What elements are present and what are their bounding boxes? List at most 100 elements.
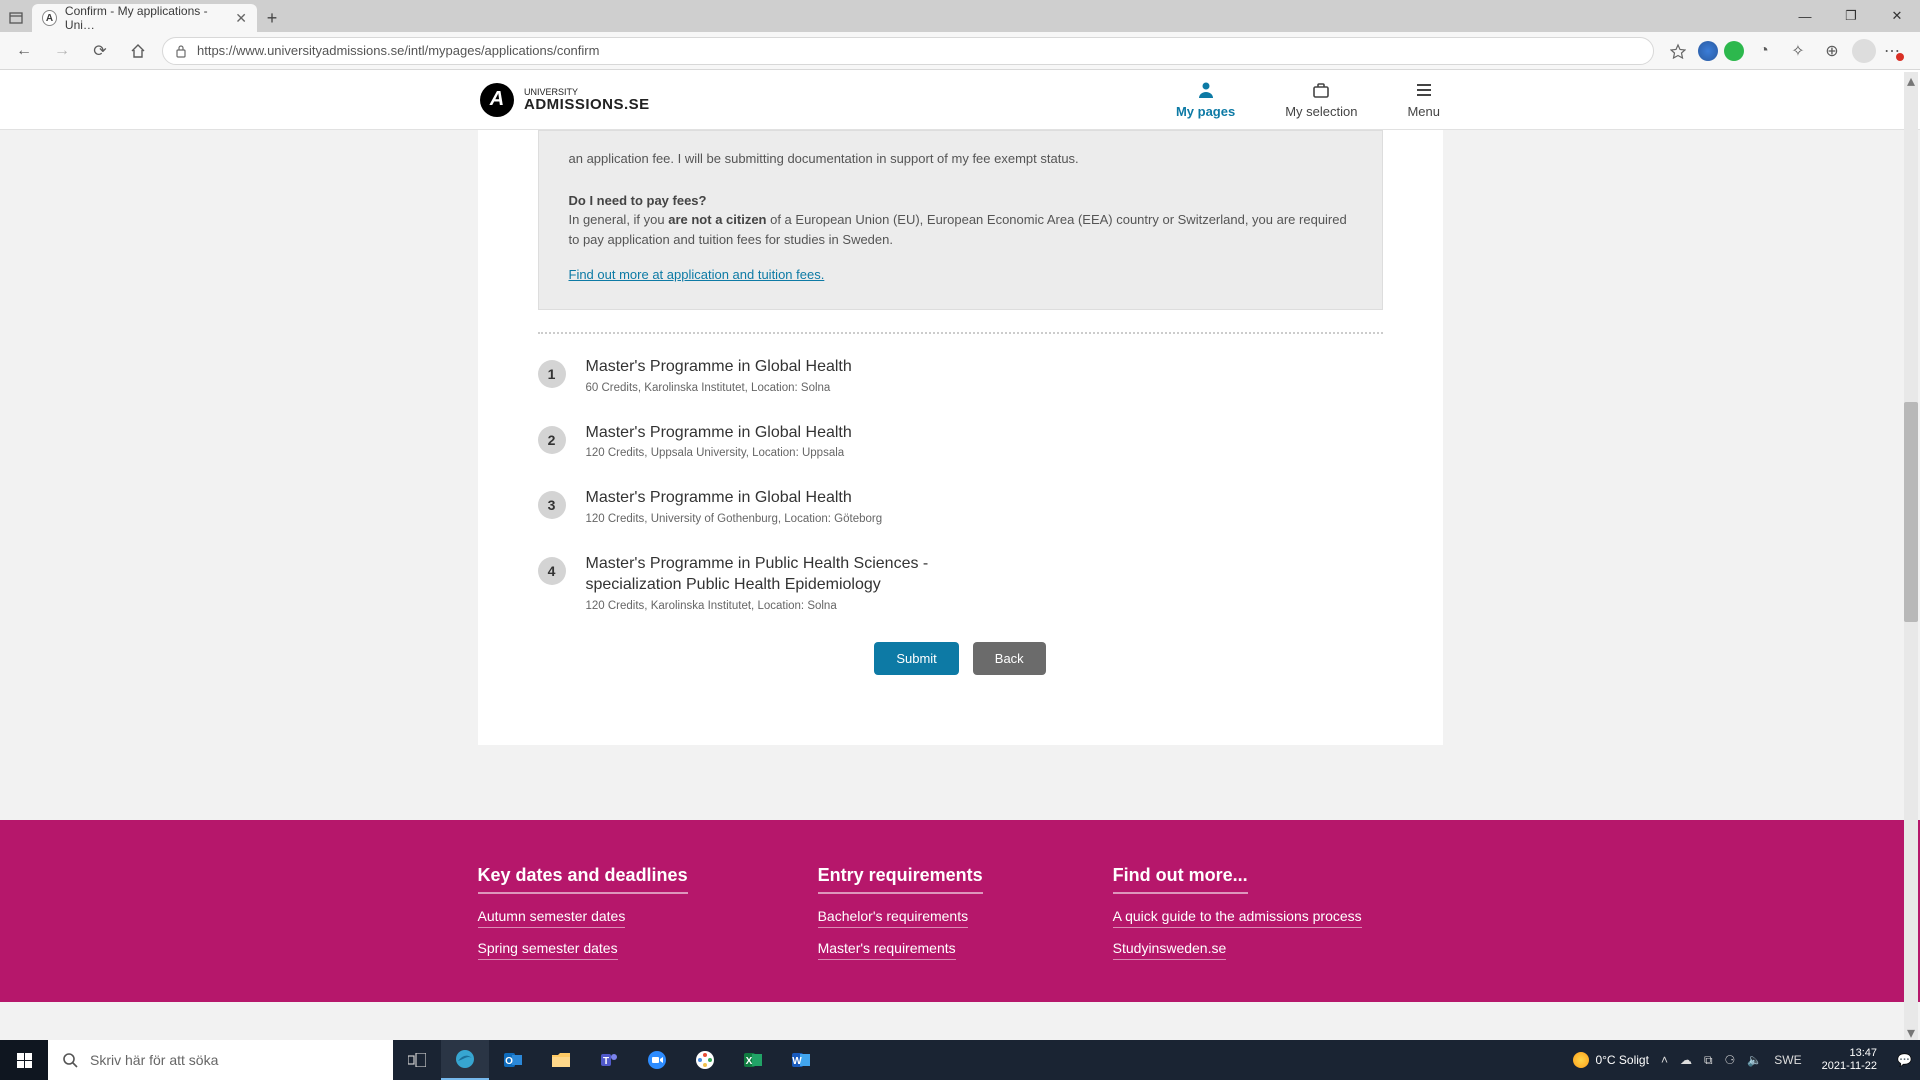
- weather-widget[interactable]: 0°C Soligt: [1573, 1052, 1649, 1068]
- browser-title-bar: A Confirm - My applications - Uni… ✕ + —…: [0, 0, 1920, 32]
- logo-icon: A: [480, 83, 514, 117]
- collections-icon[interactable]: ⊕: [1818, 37, 1846, 65]
- program-item: 3 Master's Programme in Global Health 12…: [538, 487, 1383, 525]
- program-title: Master's Programme in Public Health Scie…: [586, 553, 966, 596]
- fee-info-box: an application fee. I will be submitting…: [538, 130, 1383, 310]
- tray-language[interactable]: SWE: [1774, 1053, 1801, 1067]
- new-tab-button[interactable]: +: [257, 4, 287, 32]
- rank-badge: 3: [538, 491, 566, 519]
- more-button[interactable]: ⋯: [1882, 37, 1910, 65]
- submit-button[interactable]: Submit: [874, 642, 958, 675]
- extension-icon[interactable]: [1724, 41, 1744, 61]
- program-item: 1 Master's Programme in Global Health 60…: [538, 356, 1383, 394]
- nav-label: Menu: [1407, 104, 1440, 119]
- footer-heading: Entry requirements: [818, 865, 983, 894]
- tab-close-button[interactable]: ✕: [235, 10, 247, 27]
- logo-text-main: ADMISSIONS.SE: [524, 97, 650, 112]
- search-placeholder: Skriv här för att söka: [90, 1052, 218, 1068]
- browser-toolbar: ← → ⟳ https://www.universityadmissions.s…: [0, 32, 1920, 70]
- site-footer: Key dates and deadlines Autumn semester …: [0, 820, 1920, 1002]
- tray-notifications-icon[interactable]: 💬: [1897, 1053, 1912, 1067]
- fee-info-link[interactable]: Find out more at application and tuition…: [569, 267, 825, 282]
- footer-link[interactable]: Autumn semester dates: [478, 908, 626, 928]
- tab-title: Confirm - My applications - Uni…: [65, 4, 227, 32]
- back-button[interactable]: ←: [10, 37, 38, 65]
- tray-clock[interactable]: 13:47 2021-11-22: [1814, 1047, 1885, 1073]
- fee-question: Do I need to pay fees?: [569, 191, 1352, 211]
- nav-menu[interactable]: Menu: [1407, 80, 1440, 119]
- nav-label: My pages: [1176, 104, 1235, 119]
- lock-icon: [175, 44, 187, 58]
- taskbar-app-outlook[interactable]: O: [489, 1040, 537, 1080]
- tray-volume-icon[interactable]: 🔈: [1747, 1053, 1762, 1067]
- nav-my-pages[interactable]: My pages: [1176, 80, 1235, 119]
- program-title: Master's Programme in Global Health: [586, 487, 883, 509]
- footer-link[interactable]: Bachelor's requirements: [818, 908, 969, 928]
- taskbar-app-word[interactable]: W: [777, 1040, 825, 1080]
- svg-text:W: W: [792, 1056, 802, 1067]
- start-button[interactable]: [0, 1040, 48, 1080]
- extension-icon[interactable]: ◔: [1750, 37, 1778, 65]
- address-bar[interactable]: https://www.universityadmissions.se/intl…: [162, 37, 1654, 65]
- maximize-button[interactable]: ❐: [1828, 0, 1874, 32]
- tray-wifi-icon[interactable]: ⚆: [1725, 1053, 1736, 1067]
- svg-text:X: X: [746, 1056, 753, 1067]
- person-icon: [1196, 80, 1216, 100]
- url-text: https://www.universityadmissions.se/intl…: [197, 43, 599, 58]
- scrollbar[interactable]: ▴ ▾: [1904, 72, 1918, 1040]
- footer-link[interactable]: Spring semester dates: [478, 940, 618, 960]
- program-subtitle: 60 Credits, Karolinska Institutet, Locat…: [586, 382, 852, 394]
- task-view-button[interactable]: [393, 1040, 441, 1080]
- tray-onedrive-icon[interactable]: ☁: [1680, 1053, 1692, 1067]
- taskbar-app-teams[interactable]: T: [585, 1040, 633, 1080]
- tab-favicon: A: [42, 10, 57, 26]
- main-content: an application fee. I will be submitting…: [478, 130, 1443, 745]
- program-subtitle: 120 Credits, Karolinska Institutet, Loca…: [586, 600, 966, 612]
- favorite-button[interactable]: [1664, 37, 1692, 65]
- taskbar-app-edge[interactable]: [441, 1040, 489, 1080]
- footer-link[interactable]: Studyinsweden.se: [1113, 940, 1227, 960]
- home-button[interactable]: [124, 37, 152, 65]
- minimize-button[interactable]: —: [1782, 0, 1828, 32]
- menu-icon: [1414, 80, 1434, 100]
- tab-actions-button[interactable]: [0, 4, 32, 32]
- taskbar-search[interactable]: Skriv här för att söka: [48, 1040, 393, 1080]
- back-button[interactable]: Back: [973, 642, 1046, 675]
- rank-badge: 4: [538, 557, 566, 585]
- rank-badge: 1: [538, 360, 566, 388]
- svg-text:O: O: [505, 1056, 513, 1067]
- site-logo[interactable]: A UNIVERSITY ADMISSIONS.SE: [480, 83, 650, 117]
- reload-button[interactable]: ⟳: [86, 37, 114, 65]
- program-list: 1 Master's Programme in Global Health 60…: [538, 356, 1383, 612]
- program-title: Master's Programme in Global Health: [586, 422, 852, 444]
- forward-button: →: [48, 37, 76, 65]
- rank-badge: 2: [538, 426, 566, 454]
- section-divider: [538, 332, 1383, 334]
- tray-bluetooth-icon[interactable]: ⧉: [1704, 1053, 1713, 1068]
- profile-button[interactable]: [1852, 39, 1876, 63]
- fee-exempt-text: an application fee. I will be submitting…: [569, 149, 1352, 169]
- extension-icon[interactable]: [1698, 41, 1718, 61]
- search-icon: [62, 1052, 78, 1068]
- program-item: 2 Master's Programme in Global Health 12…: [538, 422, 1383, 460]
- footer-heading: Find out more...: [1113, 865, 1248, 894]
- sun-icon: [1573, 1052, 1589, 1068]
- nav-label: My selection: [1285, 104, 1357, 119]
- program-subtitle: 120 Credits, Uppsala University, Locatio…: [586, 447, 852, 459]
- footer-link[interactable]: Master's requirements: [818, 940, 956, 960]
- taskbar-app-generic[interactable]: [681, 1040, 729, 1080]
- taskbar-app-excel[interactable]: X: [729, 1040, 777, 1080]
- program-subtitle: 120 Credits, University of Gothenburg, L…: [586, 513, 883, 525]
- svg-text:T: T: [603, 1056, 609, 1067]
- tray-chevron-icon[interactable]: ˄: [1661, 1053, 1668, 1067]
- close-window-button[interactable]: ✕: [1874, 0, 1920, 32]
- nav-my-selection[interactable]: My selection: [1285, 80, 1357, 119]
- footer-heading: Key dates and deadlines: [478, 865, 688, 894]
- site-header: A UNIVERSITY ADMISSIONS.SE My pages: [0, 70, 1920, 130]
- taskbar-app-zoom[interactable]: [633, 1040, 681, 1080]
- favorites-icon[interactable]: ✧: [1784, 37, 1812, 65]
- fee-answer: In general, if you are not a citizen of …: [569, 210, 1352, 249]
- taskbar-app-explorer[interactable]: [537, 1040, 585, 1080]
- footer-link[interactable]: A quick guide to the admissions process: [1113, 908, 1362, 928]
- browser-tab[interactable]: A Confirm - My applications - Uni… ✕: [32, 4, 257, 32]
